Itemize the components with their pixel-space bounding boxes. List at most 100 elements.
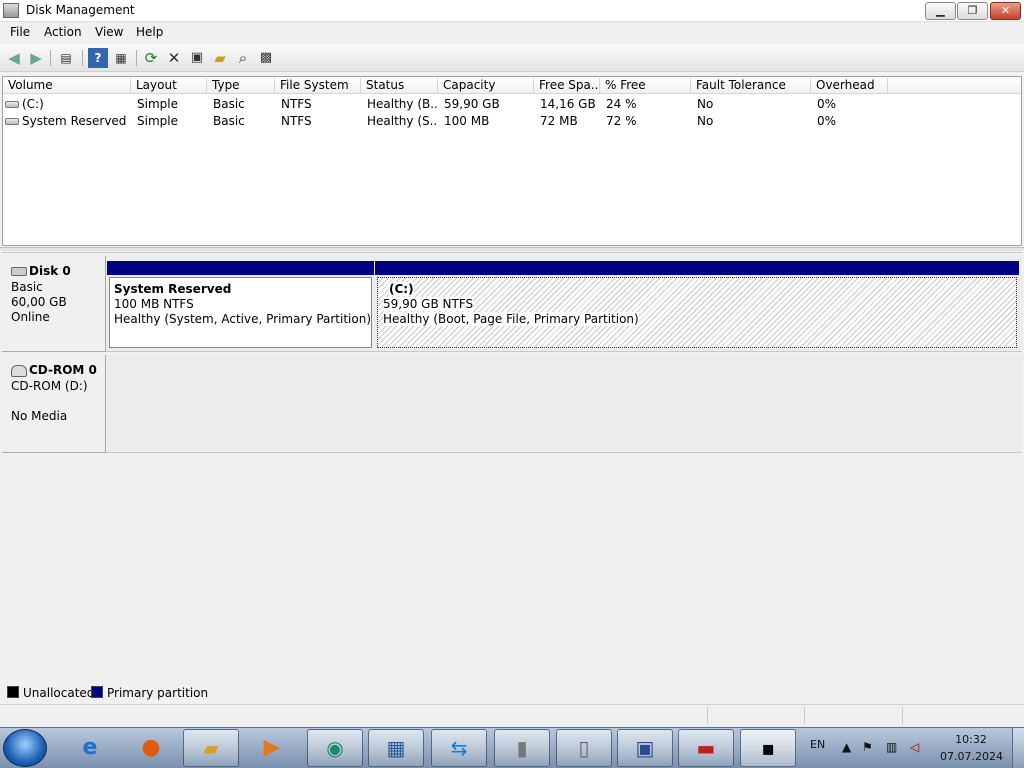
primary-partition-bar <box>375 261 1019 275</box>
restore-icon: ❐ <box>967 4 978 17</box>
cdrom-0-drive: CD-ROM (D:) <box>11 379 88 393</box>
volume-muted-icon[interactable]: ◁ <box>910 740 919 754</box>
status-divider <box>707 707 708 724</box>
toolbar-separator <box>50 50 51 66</box>
column-header-volume[interactable]: Volume <box>3 78 131 93</box>
start-orb-icon[interactable] <box>3 729 47 767</box>
partition-name: System Reserved <box>114 282 232 296</box>
volume-free-space: 14,16 GB <box>540 97 596 111</box>
restore-button[interactable]: ❐ <box>957 2 988 20</box>
volume-free-space: 72 MB <box>540 114 578 128</box>
pane-splitter[interactable] <box>0 247 1024 251</box>
menu-action[interactable]: Action <box>44 25 82 39</box>
volume-type: Basic <box>213 97 245 111</box>
menu-help[interactable]: Help <box>136 25 163 39</box>
properties-icon[interactable]: ▣ <box>187 48 207 68</box>
network-admin-icon[interactable]: ▣ <box>617 729 673 767</box>
disk-0-name: Disk 0 <box>29 264 71 278</box>
volume-status: Healthy (B... <box>367 97 437 111</box>
volume-icon <box>5 118 19 125</box>
disk-0-type: Basic <box>11 280 43 294</box>
disk-0-size: 60,00 GB <box>11 295 67 309</box>
partition-size: 100 MB NTFS <box>114 297 194 311</box>
clock-time[interactable]: 10:32 <box>944 733 998 746</box>
volume-name: (C:) <box>22 97 44 111</box>
volume-overhead: 0% <box>817 97 837 111</box>
hard-disk-icon <box>11 267 27 276</box>
menu-view[interactable]: View <box>95 25 123 39</box>
show-hidden-icons-icon[interactable]: ▲ <box>842 740 851 754</box>
partition-size: 59,90 GB NTFS <box>383 297 474 311</box>
volume-percent-free: 24 % <box>606 97 637 111</box>
status-bar <box>0 704 1024 726</box>
command-prompt-icon[interactable]: ▪ <box>740 729 796 767</box>
volume-status: Healthy (S... <box>367 114 437 128</box>
partition-status: Healthy (System, Active, Primary Partiti… <box>114 312 372 326</box>
toolbar-separator <box>136 50 137 66</box>
column-header-capacity[interactable]: Capacity <box>438 78 534 93</box>
volume-icon <box>5 101 19 108</box>
legend-primary-swatch <box>91 686 103 698</box>
column-header-status[interactable]: Status <box>361 78 438 93</box>
minimize-button[interactable]: ▁ <box>925 2 956 20</box>
volume-percent-free: 72 % <box>606 114 637 128</box>
show-hide-tree-icon[interactable]: ▤ <box>56 48 76 68</box>
column-header-file-system[interactable]: File System <box>275 78 361 93</box>
toolbox-icon[interactable]: ▬ <box>678 729 734 767</box>
column-header-fault-tolerance[interactable]: Fault Tolerance <box>691 78 811 93</box>
volume-fault-tolerance: No <box>697 97 714 111</box>
title-bar[interactable] <box>0 0 1024 22</box>
document-icon[interactable]: ▯ <box>556 729 612 767</box>
internet-explorer-icon[interactable]: e <box>72 731 108 765</box>
volume-layout: Simple <box>137 114 178 128</box>
volume-name: System Reserved <box>22 114 127 128</box>
forward-icon[interactable]: ▶ <box>26 48 46 68</box>
clock-date[interactable]: 07.07.2024 <box>940 750 1003 763</box>
column-header-type[interactable]: Type <box>207 78 275 93</box>
properties-pane-icon[interactable]: ▦ <box>111 48 131 68</box>
media-player-icon[interactable]: ▶ <box>254 731 290 765</box>
refresh-icon[interactable]: ⟳ <box>141 48 161 68</box>
status-divider <box>804 707 805 724</box>
close-button[interactable]: ✕ <box>990 2 1021 20</box>
window-title: Disk Management <box>26 3 135 17</box>
volume-fault-tolerance: No <box>697 114 714 128</box>
network-icon[interactable]: ▥ <box>886 740 897 754</box>
volume-overhead: 0% <box>817 114 837 128</box>
show-desktop-button[interactable] <box>1012 728 1024 768</box>
delete-icon[interactable]: ✕ <box>164 48 184 68</box>
remote-app-icon[interactable]: ⇆ <box>431 729 487 767</box>
column-header-free-space[interactable]: Free Spa... <box>534 78 600 93</box>
column-header-layout[interactable]: Layout <box>131 78 207 93</box>
column-header-percent-free[interactable]: % Free <box>600 78 691 93</box>
legend-unallocated-swatch <box>7 686 19 698</box>
settings-icon[interactable]: ▩ <box>256 48 276 68</box>
volume-capacity: 59,90 GB <box>444 97 500 111</box>
back-icon[interactable]: ◀ <box>4 48 24 68</box>
volume-type: Basic <box>213 114 245 128</box>
legend-unallocated-label: Unallocated <box>23 686 95 700</box>
cdrom-0-media: No Media <box>11 409 68 423</box>
help-icon[interactable]: ? <box>88 48 108 68</box>
partition-name: (C:) <box>389 282 414 296</box>
column-header-overhead[interactable]: Overhead <box>811 78 888 93</box>
app-icon[interactable]: ◉ <box>307 729 363 767</box>
open-icon[interactable]: ▰ <box>210 48 230 68</box>
legend-primary-label: Primary partition <box>107 686 209 700</box>
action-center-flag-icon[interactable]: ⚑ <box>862 740 873 754</box>
status-divider <box>902 707 903 724</box>
disk-0-status: Online <box>11 310 50 324</box>
volume-capacity: 100 MB <box>444 114 490 128</box>
firefox-icon[interactable]: ● <box>133 731 169 765</box>
menu-file[interactable]: File <box>10 25 30 39</box>
close-icon: ✕ <box>1000 4 1011 17</box>
cd-rom-icon <box>11 364 27 377</box>
minimize-icon: ▁ <box>936 4 945 17</box>
installer-icon[interactable]: ▮ <box>494 729 550 767</box>
cdrom-0-name: CD-ROM 0 <box>29 363 97 377</box>
volume-file-system: NTFS <box>281 97 312 111</box>
explore-icon[interactable]: ⌕ <box>233 48 253 68</box>
file-explorer-icon[interactable]: ▰ <box>183 729 239 767</box>
control-panel-icon[interactable]: ▦ <box>368 729 424 767</box>
language-indicator[interactable]: EN <box>810 738 825 751</box>
